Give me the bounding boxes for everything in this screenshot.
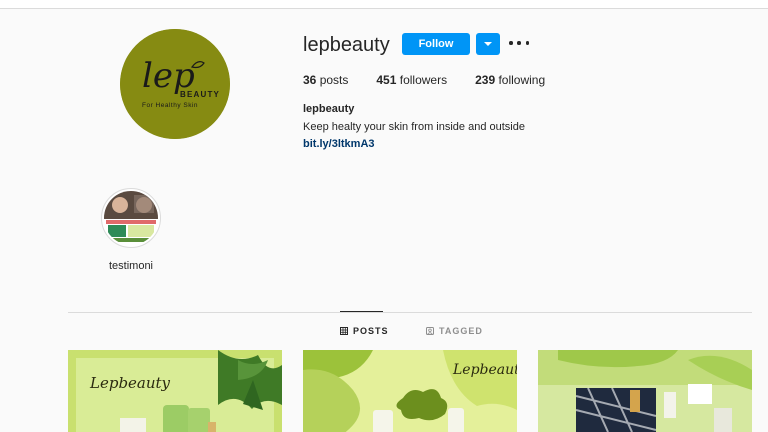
highlight-ring — [101, 188, 161, 248]
tab-tagged-label: TAGGED — [439, 326, 483, 336]
tab-posts-label: POSTS — [353, 326, 389, 336]
profile-avatar[interactable]: lep BEAUTY For Healthy Skin — [120, 29, 230, 139]
highlight-label: testimoni — [108, 260, 154, 272]
profile-username: lepbeauty — [303, 34, 390, 56]
profile-bio: Keep healty your skin from inside and ou… — [303, 121, 525, 133]
posts-count: 36 posts — [303, 73, 349, 87]
profile-stats: 36 posts 451 followers 239 following — [303, 73, 573, 87]
tab-tagged[interactable]: TAGGED — [426, 319, 483, 343]
logo-brand: BEAUTY — [180, 90, 220, 99]
tagged-icon — [426, 327, 434, 335]
post-caption: Lepbeauty — [89, 374, 171, 392]
post-thumbnail[interactable]: Lepbeauty — [68, 350, 282, 432]
suggested-accounts-dropdown-button[interactable] — [476, 33, 500, 55]
following-count[interactable]: 239 following — [475, 73, 545, 87]
highlight-thumbnail — [104, 191, 158, 245]
more-options-button[interactable] — [509, 35, 529, 51]
story-highlight[interactable]: testimoni — [100, 188, 162, 272]
post-caption: Lepbeauty — [452, 362, 517, 378]
profile-link[interactable]: bit.ly/3ltkmA3 — [303, 138, 375, 150]
post-thumbnail[interactable] — [538, 350, 752, 432]
follow-button[interactable]: Follow — [402, 33, 470, 55]
more-dots-icon — [509, 41, 513, 45]
tab-posts[interactable]: POSTS — [340, 311, 389, 343]
profile-full-name: lepbeauty — [303, 103, 355, 115]
post-thumbnail[interactable]: Lepbeauty — [303, 350, 517, 432]
tabs-divider — [68, 312, 752, 313]
logo-tagline: For Healthy Skin — [142, 102, 198, 109]
followers-count[interactable]: 451 followers — [376, 73, 447, 87]
top-nav-bar — [0, 0, 768, 9]
chevron-down-icon — [484, 42, 492, 46]
grid-icon — [340, 327, 348, 335]
